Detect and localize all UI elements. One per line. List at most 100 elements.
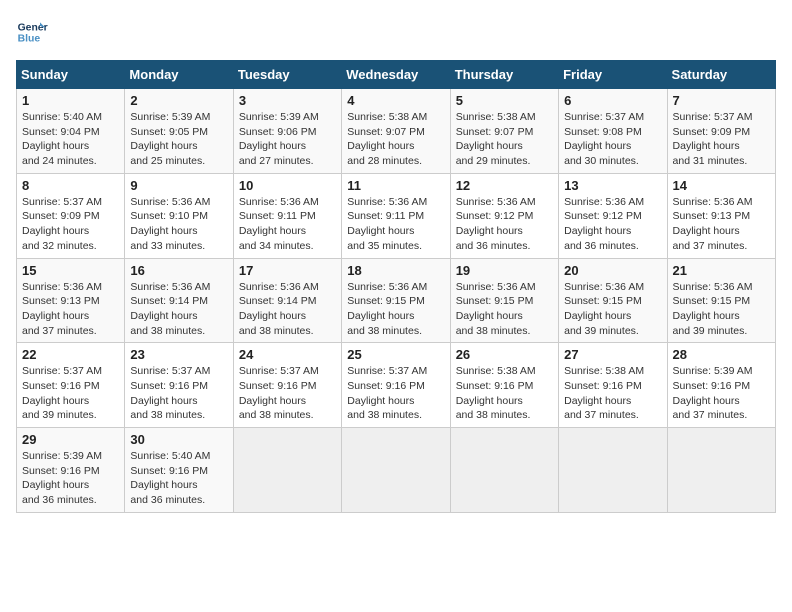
- calendar-cell: 17 Sunrise: 5:36 AMSunset: 9:14 PMDayligh…: [233, 258, 341, 343]
- day-number: 22: [22, 347, 119, 362]
- calendar-week-row: 29 Sunrise: 5:39 AMSunset: 9:16 PMDayligh…: [17, 428, 776, 513]
- logo: General Blue: [16, 16, 48, 48]
- day-info: Sunrise: 5:36 AMSunset: 9:14 PMDaylight …: [239, 280, 336, 339]
- calendar-cell: 14 Sunrise: 5:36 AMSunset: 9:13 PMDayligh…: [667, 173, 775, 258]
- day-info: Sunrise: 5:36 AMSunset: 9:13 PMDaylight …: [22, 280, 119, 339]
- page-header: General Blue: [16, 16, 776, 48]
- day-number: 29: [22, 432, 119, 447]
- calendar-cell: 24 Sunrise: 5:37 AMSunset: 9:16 PMDayligh…: [233, 343, 341, 428]
- calendar-cell: 25 Sunrise: 5:37 AMSunset: 9:16 PMDayligh…: [342, 343, 450, 428]
- calendar-cell: 19 Sunrise: 5:36 AMSunset: 9:15 PMDayligh…: [450, 258, 558, 343]
- svg-text:Blue: Blue: [18, 34, 41, 45]
- calendar-cell: 29 Sunrise: 5:39 AMSunset: 9:16 PMDayligh…: [17, 428, 125, 513]
- day-number: 24: [239, 347, 336, 362]
- calendar-cell: 27 Sunrise: 5:38 AMSunset: 9:16 PMDayligh…: [559, 343, 667, 428]
- day-number: 11: [347, 178, 444, 193]
- col-header-wednesday: Wednesday: [342, 61, 450, 89]
- calendar-week-row: 15Sunrise: 5:36 AMSunset: 9:13 PMDayligh…: [17, 258, 776, 343]
- calendar-cell: 20Sunrise: 5:36 AMSunset: 9:15 PMDayligh…: [559, 258, 667, 343]
- calendar-cell: 12 Sunrise: 5:36 AMSunset: 9:12 PMDayligh…: [450, 173, 558, 258]
- day-number: 2: [130, 93, 227, 108]
- calendar-week-row: 1 Sunrise: 5:40 AMSunset: 9:04 PMDaylight…: [17, 89, 776, 174]
- day-info: Sunrise: 5:36 AMSunset: 9:15 PMDaylight …: [456, 280, 553, 339]
- col-header-monday: Monday: [125, 61, 233, 89]
- calendar-cell: 11 Sunrise: 5:36 AMSunset: 9:11 PMDayligh…: [342, 173, 450, 258]
- col-header-friday: Friday: [559, 61, 667, 89]
- col-header-tuesday: Tuesday: [233, 61, 341, 89]
- calendar-cell: 15Sunrise: 5:36 AMSunset: 9:13 PMDayligh…: [17, 258, 125, 343]
- calendar-week-row: 8Sunrise: 5:37 AMSunset: 9:09 PMDaylight…: [17, 173, 776, 258]
- day-info: Sunrise: 5:37 AMSunset: 9:16 PMDaylight …: [347, 364, 444, 423]
- calendar-cell: 9 Sunrise: 5:36 AMSunset: 9:10 PMDaylight…: [125, 173, 233, 258]
- calendar-cell: [559, 428, 667, 513]
- day-info: Sunrise: 5:37 AMSunset: 9:16 PMDaylight …: [239, 364, 336, 423]
- calendar-cell: 22 Sunrise: 5:37 AMSunset: 9:16 PMDayligh…: [17, 343, 125, 428]
- day-info: Sunrise: 5:38 AMSunset: 9:07 PMDaylight …: [347, 110, 444, 169]
- col-header-sunday: Sunday: [17, 61, 125, 89]
- calendar-cell: [342, 428, 450, 513]
- day-info: Sunrise: 5:38 AMSunset: 9:16 PMDaylight …: [456, 364, 553, 423]
- day-number: 10: [239, 178, 336, 193]
- day-number: 3: [239, 93, 336, 108]
- day-number: 28: [673, 347, 770, 362]
- day-info: Sunrise: 5:36 AMSunset: 9:15 PMDaylight …: [347, 280, 444, 339]
- day-info: Sunrise: 5:36 AMSunset: 9:12 PMDaylight …: [456, 195, 553, 254]
- day-number: 13: [564, 178, 661, 193]
- day-number: 7: [673, 93, 770, 108]
- day-info: Sunrise: 5:36 AMSunset: 9:12 PMDaylight …: [564, 195, 661, 254]
- day-number: 14: [673, 178, 770, 193]
- calendar-header-row: SundayMondayTuesdayWednesdayThursdayFrid…: [17, 61, 776, 89]
- day-info: Sunrise: 5:40 AMSunset: 9:04 PMDaylight …: [22, 110, 119, 169]
- day-number: 9: [130, 178, 227, 193]
- calendar-cell: 7 Sunrise: 5:37 AMSunset: 9:09 PMDaylight…: [667, 89, 775, 174]
- calendar-cell: 2 Sunrise: 5:39 AMSunset: 9:05 PMDaylight…: [125, 89, 233, 174]
- svg-text:General: General: [18, 22, 48, 33]
- calendar-cell: 4Sunrise: 5:38 AMSunset: 9:07 PMDaylight…: [342, 89, 450, 174]
- day-number: 5: [456, 93, 553, 108]
- calendar-cell: 10Sunrise: 5:36 AMSunset: 9:11 PMDayligh…: [233, 173, 341, 258]
- day-number: 27: [564, 347, 661, 362]
- calendar-table: SundayMondayTuesdayWednesdayThursdayFrid…: [16, 60, 776, 513]
- calendar-cell: 18 Sunrise: 5:36 AMSunset: 9:15 PMDayligh…: [342, 258, 450, 343]
- calendar-cell: 23 Sunrise: 5:37 AMSunset: 9:16 PMDayligh…: [125, 343, 233, 428]
- calendar-cell: 8Sunrise: 5:37 AMSunset: 9:09 PMDaylight…: [17, 173, 125, 258]
- day-number: 17: [239, 263, 336, 278]
- calendar-cell: 3 Sunrise: 5:39 AMSunset: 9:06 PMDaylight…: [233, 89, 341, 174]
- calendar-cell: [667, 428, 775, 513]
- day-info: Sunrise: 5:38 AMSunset: 9:16 PMDaylight …: [564, 364, 661, 423]
- day-number: 26: [456, 347, 553, 362]
- calendar-cell: 30Sunrise: 5:40 AMSunset: 9:16 PMDayligh…: [125, 428, 233, 513]
- day-number: 19: [456, 263, 553, 278]
- day-info: Sunrise: 5:37 AMSunset: 9:09 PMDaylight …: [673, 110, 770, 169]
- calendar-cell: 26 Sunrise: 5:38 AMSunset: 9:16 PMDayligh…: [450, 343, 558, 428]
- day-info: Sunrise: 5:40 AMSunset: 9:16 PMDaylight …: [130, 449, 227, 508]
- day-info: Sunrise: 5:36 AMSunset: 9:14 PMDaylight …: [130, 280, 227, 339]
- day-info: Sunrise: 5:39 AMSunset: 9:06 PMDaylight …: [239, 110, 336, 169]
- day-number: 23: [130, 347, 227, 362]
- calendar-cell: 13 Sunrise: 5:36 AMSunset: 9:12 PMDayligh…: [559, 173, 667, 258]
- calendar-cell: 1 Sunrise: 5:40 AMSunset: 9:04 PMDaylight…: [17, 89, 125, 174]
- calendar-cell: 28Sunrise: 5:39 AMSunset: 9:16 PMDayligh…: [667, 343, 775, 428]
- calendar-cell: [450, 428, 558, 513]
- day-info: Sunrise: 5:36 AMSunset: 9:11 PMDaylight …: [347, 195, 444, 254]
- day-number: 12: [456, 178, 553, 193]
- day-info: Sunrise: 5:36 AMSunset: 9:13 PMDaylight …: [673, 195, 770, 254]
- day-number: 18: [347, 263, 444, 278]
- day-info: Sunrise: 5:39 AMSunset: 9:16 PMDaylight …: [22, 449, 119, 508]
- day-info: Sunrise: 5:37 AMSunset: 9:16 PMDaylight …: [22, 364, 119, 423]
- calendar-week-row: 22 Sunrise: 5:37 AMSunset: 9:16 PMDayligh…: [17, 343, 776, 428]
- logo-icon: General Blue: [16, 16, 48, 48]
- calendar-cell: 21Sunrise: 5:36 AMSunset: 9:15 PMDayligh…: [667, 258, 775, 343]
- day-number: 25: [347, 347, 444, 362]
- col-header-thursday: Thursday: [450, 61, 558, 89]
- day-number: 16: [130, 263, 227, 278]
- day-number: 20: [564, 263, 661, 278]
- day-number: 8: [22, 178, 119, 193]
- day-number: 1: [22, 93, 119, 108]
- day-number: 21: [673, 263, 770, 278]
- day-info: Sunrise: 5:36 AMSunset: 9:10 PMDaylight …: [130, 195, 227, 254]
- day-info: Sunrise: 5:37 AMSunset: 9:16 PMDaylight …: [130, 364, 227, 423]
- calendar-cell: 6Sunrise: 5:37 AMSunset: 9:08 PMDaylight…: [559, 89, 667, 174]
- day-info: Sunrise: 5:39 AMSunset: 9:05 PMDaylight …: [130, 110, 227, 169]
- calendar-cell: [233, 428, 341, 513]
